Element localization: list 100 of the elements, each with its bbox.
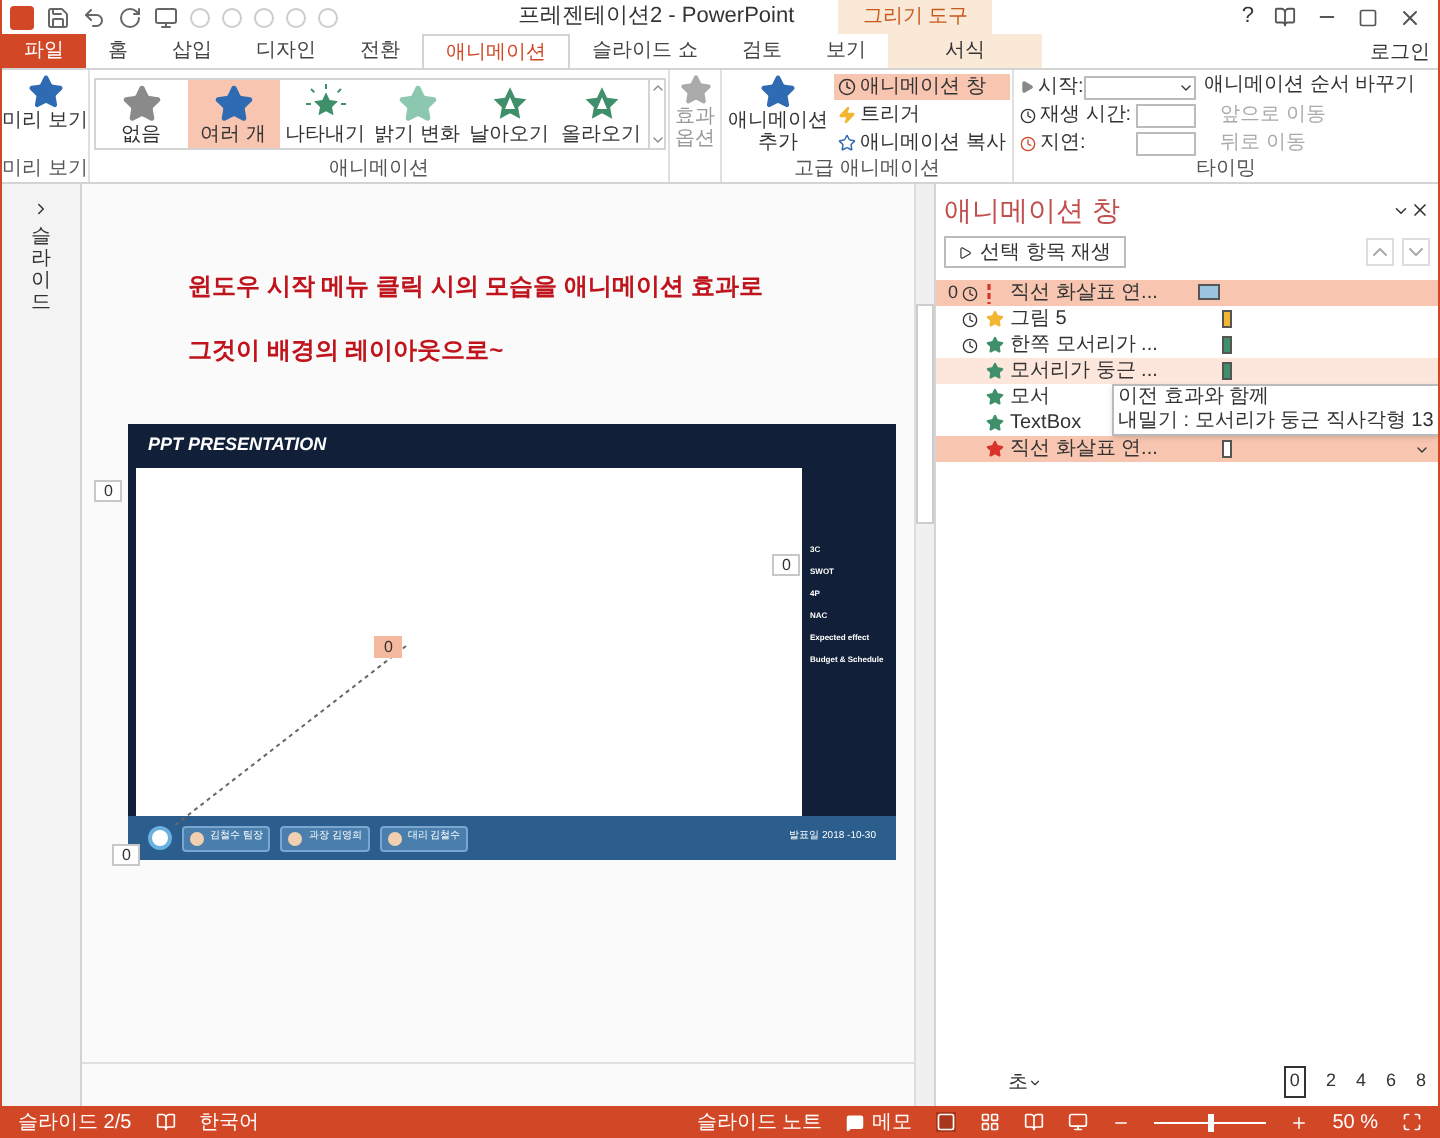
avatar-icon xyxy=(288,831,303,845)
reading-view-icon[interactable] xyxy=(1024,1112,1045,1132)
animation-effect[interactable]: 나타내기 xyxy=(279,80,371,148)
timeline-tick: 4 xyxy=(1355,1068,1366,1095)
slideshow-icon[interactable] xyxy=(154,5,178,29)
help-button[interactable]: ? xyxy=(1241,0,1254,34)
ribbon-tab[interactable]: 삽입 xyxy=(150,34,234,68)
slide-counter: 슬라이드 2/5 xyxy=(18,1109,132,1137)
zoom-in-icon[interactable] xyxy=(1290,1113,1309,1131)
timeline-tick: 0 xyxy=(1283,1066,1306,1098)
item-name: 직선 화살표 연... xyxy=(1010,436,1158,464)
expand-icon[interactable] xyxy=(32,200,50,218)
slide-text: 그것이 배경의 레이아웃으로~ xyxy=(188,334,506,368)
slide-sorter-icon[interactable] xyxy=(980,1112,1001,1132)
animation-pane-button[interactable]: 애니메이션 창 xyxy=(834,74,1010,100)
scrollbar-thumb[interactable] xyxy=(916,304,934,524)
order-number: 0 xyxy=(948,279,961,306)
timeline-bar xyxy=(1198,284,1220,300)
slide-title: PPT PRESENTATION xyxy=(146,432,329,459)
ribbon-tab[interactable]: 파일 xyxy=(2,34,86,68)
close-icon[interactable] xyxy=(1410,200,1430,220)
normal-view-icon[interactable] xyxy=(936,1112,957,1132)
item-name: 모서리가 둥근 ... xyxy=(1010,358,1158,386)
zoom-level: 50 % xyxy=(1332,1109,1378,1137)
start-dropdown[interactable] xyxy=(1084,75,1196,99)
ribbon-tab[interactable]: 슬라이드 쇼 xyxy=(570,34,720,68)
group-label: 미리 보기 xyxy=(2,158,88,182)
animation-tag: 0 xyxy=(112,844,141,866)
language-indicator: 한국어 xyxy=(199,1109,260,1137)
caret-icon xyxy=(1028,1075,1042,1089)
item-name: 직선 화살표 연... xyxy=(1010,280,1158,308)
slider-thumb[interactable] xyxy=(1207,1113,1214,1131)
logo-icon xyxy=(148,826,172,850)
animation-effect[interactable]: 날아오기 xyxy=(463,80,555,148)
close-icon[interactable] xyxy=(1398,5,1422,29)
animation-effect[interactable]: 올라오기 xyxy=(555,80,647,148)
timeline-tick: 8 xyxy=(1415,1068,1426,1095)
redo-icon[interactable] xyxy=(118,5,142,29)
scroll-down-icon[interactable] xyxy=(649,132,665,148)
item-name: 그림 5 xyxy=(1010,306,1067,334)
ribbon-tab[interactable]: 전환 xyxy=(338,34,422,68)
animation-effect[interactable]: 밝기 변화 xyxy=(371,80,463,148)
star-icon xyxy=(213,83,253,123)
item-name: TextBox xyxy=(1010,410,1082,438)
group-label: 타이밍 xyxy=(1194,158,1258,182)
ribbon-tab[interactable]: 검토 xyxy=(719,34,804,68)
undo-icon[interactable] xyxy=(82,5,106,29)
app-logo-icon xyxy=(10,5,34,29)
clock-icon xyxy=(1020,135,1036,151)
item-name: 모서 xyxy=(1010,384,1050,412)
timeline-tick: 6 xyxy=(1385,1068,1396,1095)
group-label: 고급 애니메이션 xyxy=(792,158,942,182)
comment-icon xyxy=(846,1113,865,1131)
comments-button[interactable]: 메모 xyxy=(846,1107,913,1137)
fit-to-window-icon[interactable] xyxy=(1402,1112,1422,1132)
slideshow-icon[interactable] xyxy=(1068,1112,1089,1132)
maximize-icon[interactable] xyxy=(1358,7,1378,27)
lightning-icon xyxy=(838,106,856,124)
play-selected-button[interactable]: 선택 항목 재생 xyxy=(944,236,1126,268)
reorder-label: 애니메이션 순서 바꾸기 xyxy=(1204,74,1416,100)
time-unit-dropdown[interactable]: 초 xyxy=(1008,1067,1042,1097)
avatar-icon xyxy=(190,831,204,845)
clock-icon xyxy=(838,78,856,96)
animation-item[interactable]: 그림 5 xyxy=(936,306,1438,332)
animation-effect[interactable]: 없음 xyxy=(95,80,187,148)
start-label: 시작: xyxy=(1020,75,1084,99)
ribbon-tab[interactable]: 디자인 xyxy=(234,34,338,68)
sign-in-link[interactable]: 로그인 xyxy=(1370,38,1438,68)
star-icon xyxy=(27,74,63,110)
star-icon xyxy=(760,74,796,110)
add-animation-button[interactable]: 애니메이션 추가 xyxy=(726,74,830,158)
star-icon xyxy=(679,74,711,106)
context-tab-header: 그리기 도구 xyxy=(838,0,993,34)
preview-button[interactable]: 미리 보기 xyxy=(2,74,88,132)
scroll-up-icon[interactable] xyxy=(649,80,665,96)
trigger-button[interactable]: 트리거 xyxy=(834,102,1010,128)
timeline-bar xyxy=(1222,362,1232,380)
window-title: 프레젠테이션2 - PowerPoint xyxy=(518,2,795,33)
animation-item[interactable]: 직선 화살표 연... xyxy=(936,436,1438,462)
star-icon xyxy=(838,134,856,152)
animation-tag: 0 xyxy=(772,554,801,576)
ribbon-tab[interactable]: 홈 xyxy=(86,34,150,68)
animation-tag: 0 xyxy=(374,636,403,658)
animation-item[interactable]: 한쪽 모서리가 ... xyxy=(936,332,1438,358)
duration-label: 재생 시간: xyxy=(1020,103,1136,127)
ribbon-tab[interactable]: 애니메이션 xyxy=(422,34,570,68)
save-icon[interactable] xyxy=(46,5,70,29)
animation-item[interactable]: 0 직선 화살표 연... xyxy=(936,280,1438,306)
ribbon-tab[interactable]: 보기 xyxy=(803,34,888,68)
tooltip-text: 이전 효과와 함께 xyxy=(1118,386,1272,410)
notes-button[interactable]: 슬라이드 노트 xyxy=(696,1107,823,1137)
animation-painter-button[interactable]: 애니메이션 복사 xyxy=(834,130,1010,156)
thumbnails-label: 슬라이드 xyxy=(31,226,51,314)
delay-label: 지연: xyxy=(1020,131,1136,155)
ribbon-tab[interactable]: 서식 xyxy=(887,34,1042,68)
pane-title: 애니메이션 창 xyxy=(944,191,1120,229)
animation-item[interactable]: 모서리가 둥근 ... xyxy=(936,358,1438,384)
item-name: 한쪽 모서리가 ... xyxy=(1010,332,1158,360)
tooltip-text: 내밀기 : 모서리가 둥근 직사각형 13 xyxy=(1118,410,1434,434)
animation-effect[interactable]: 여러 개 xyxy=(187,80,279,148)
